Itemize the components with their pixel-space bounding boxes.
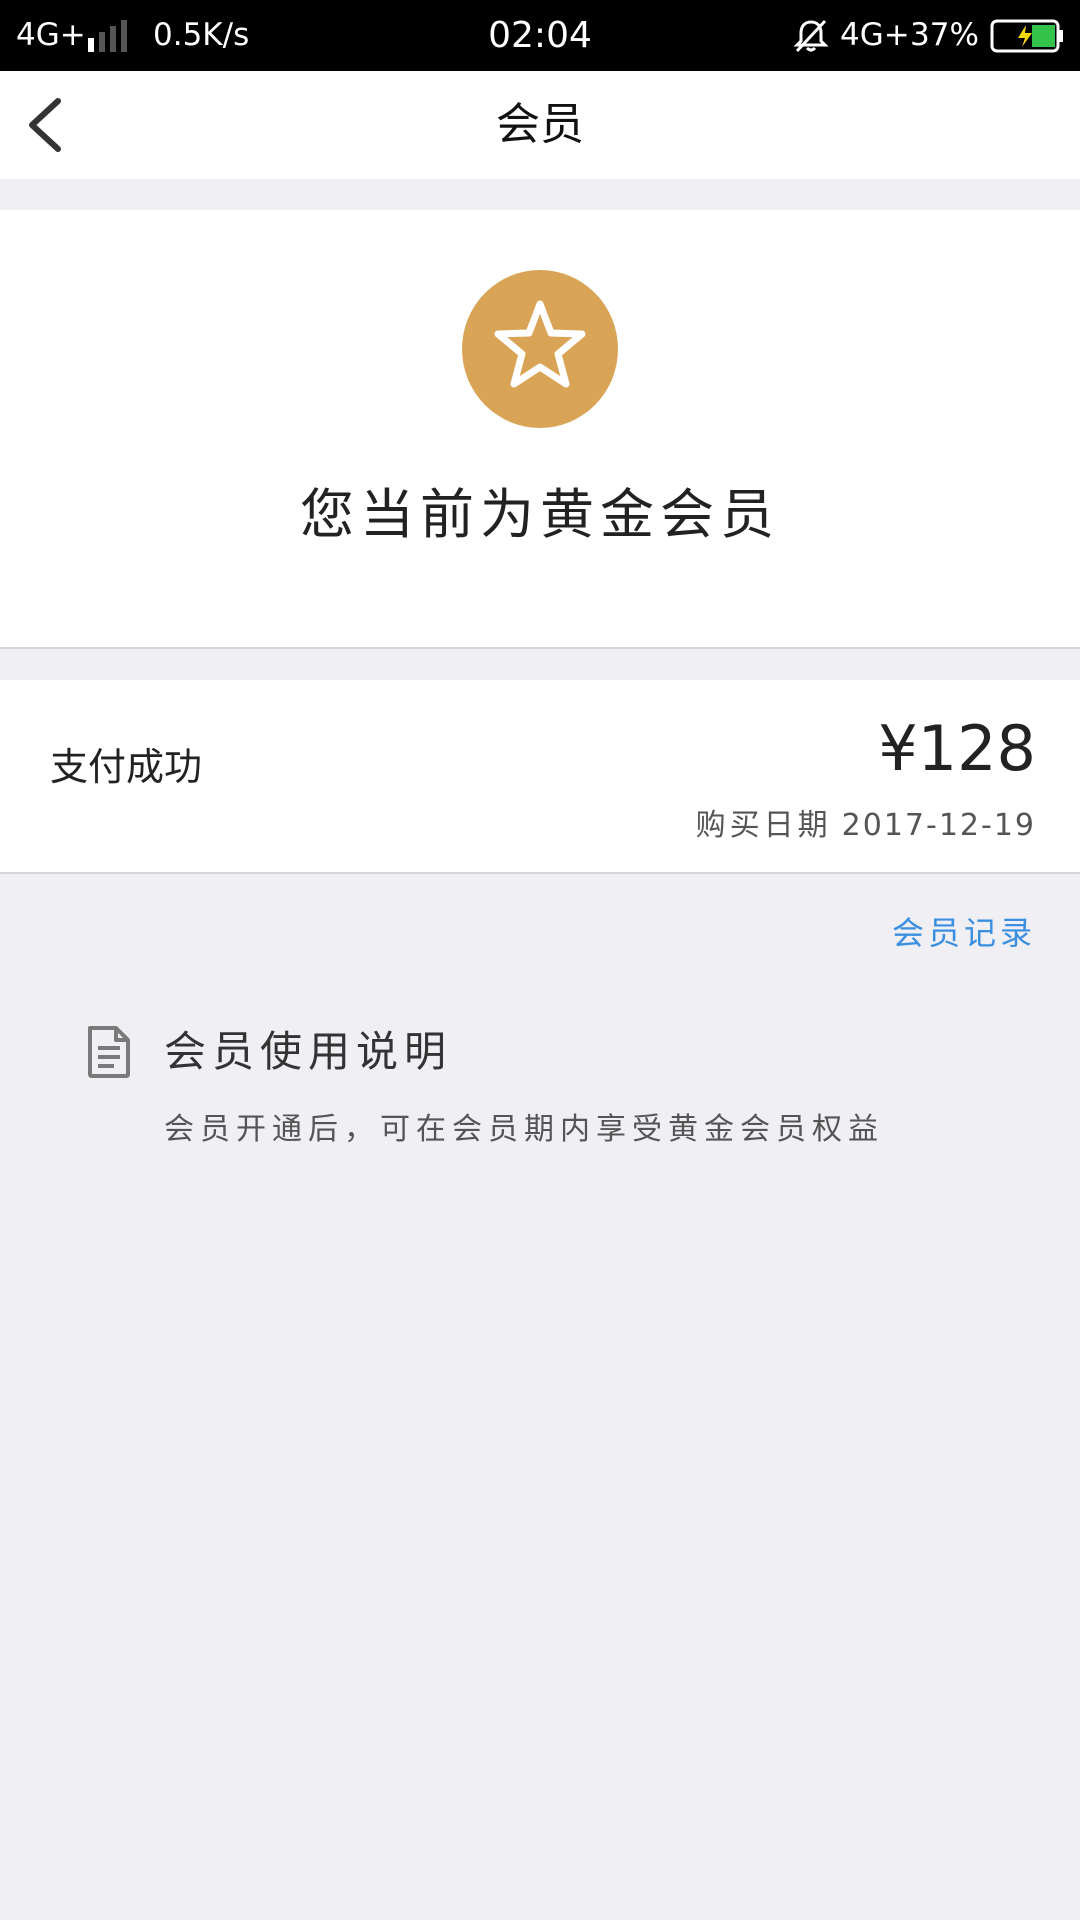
member-records-link[interactable]: 会员记录 bbox=[892, 908, 1036, 954]
battery-icon bbox=[990, 19, 1064, 53]
status-bar: 4G+ 0.5K/s 02:04 4G+ 37% bbox=[0, 0, 1080, 71]
purchase-date-value: 2017-12-19 bbox=[841, 808, 1036, 843]
payment-amount: ¥128 bbox=[878, 712, 1036, 785]
membership-card: 您当前为黄金会员 bbox=[0, 210, 1080, 649]
page-title: 会员 bbox=[496, 99, 584, 150]
nav-bar: 会员 bbox=[0, 71, 1080, 179]
purchase-date-label: 购买日期 bbox=[695, 808, 832, 843]
payment-card: 支付成功 ¥128 购买日期 2017-12-19 bbox=[0, 680, 1080, 874]
payment-status: 支付成功 bbox=[50, 745, 203, 789]
battery-percentage: 37% bbox=[910, 17, 979, 53]
membership-badge bbox=[462, 270, 618, 428]
usage-instructions-title: 会员使用说明 bbox=[164, 1027, 453, 1076]
network-type-secondary: 4G+ bbox=[840, 17, 910, 53]
back-button[interactable] bbox=[18, 93, 82, 157]
chevron-left-icon bbox=[29, 98, 61, 152]
star-icon bbox=[494, 300, 586, 388]
usage-instructions-text: 会员开通后，可在会员期内享受黄金会员权益 bbox=[164, 1112, 884, 1147]
membership-status-text: 您当前为黄金会员 bbox=[300, 483, 780, 546]
purchase-date: 购买日期 2017-12-19 bbox=[696, 800, 1036, 844]
document-icon bbox=[84, 1024, 134, 1080]
mute-icon bbox=[793, 18, 829, 54]
